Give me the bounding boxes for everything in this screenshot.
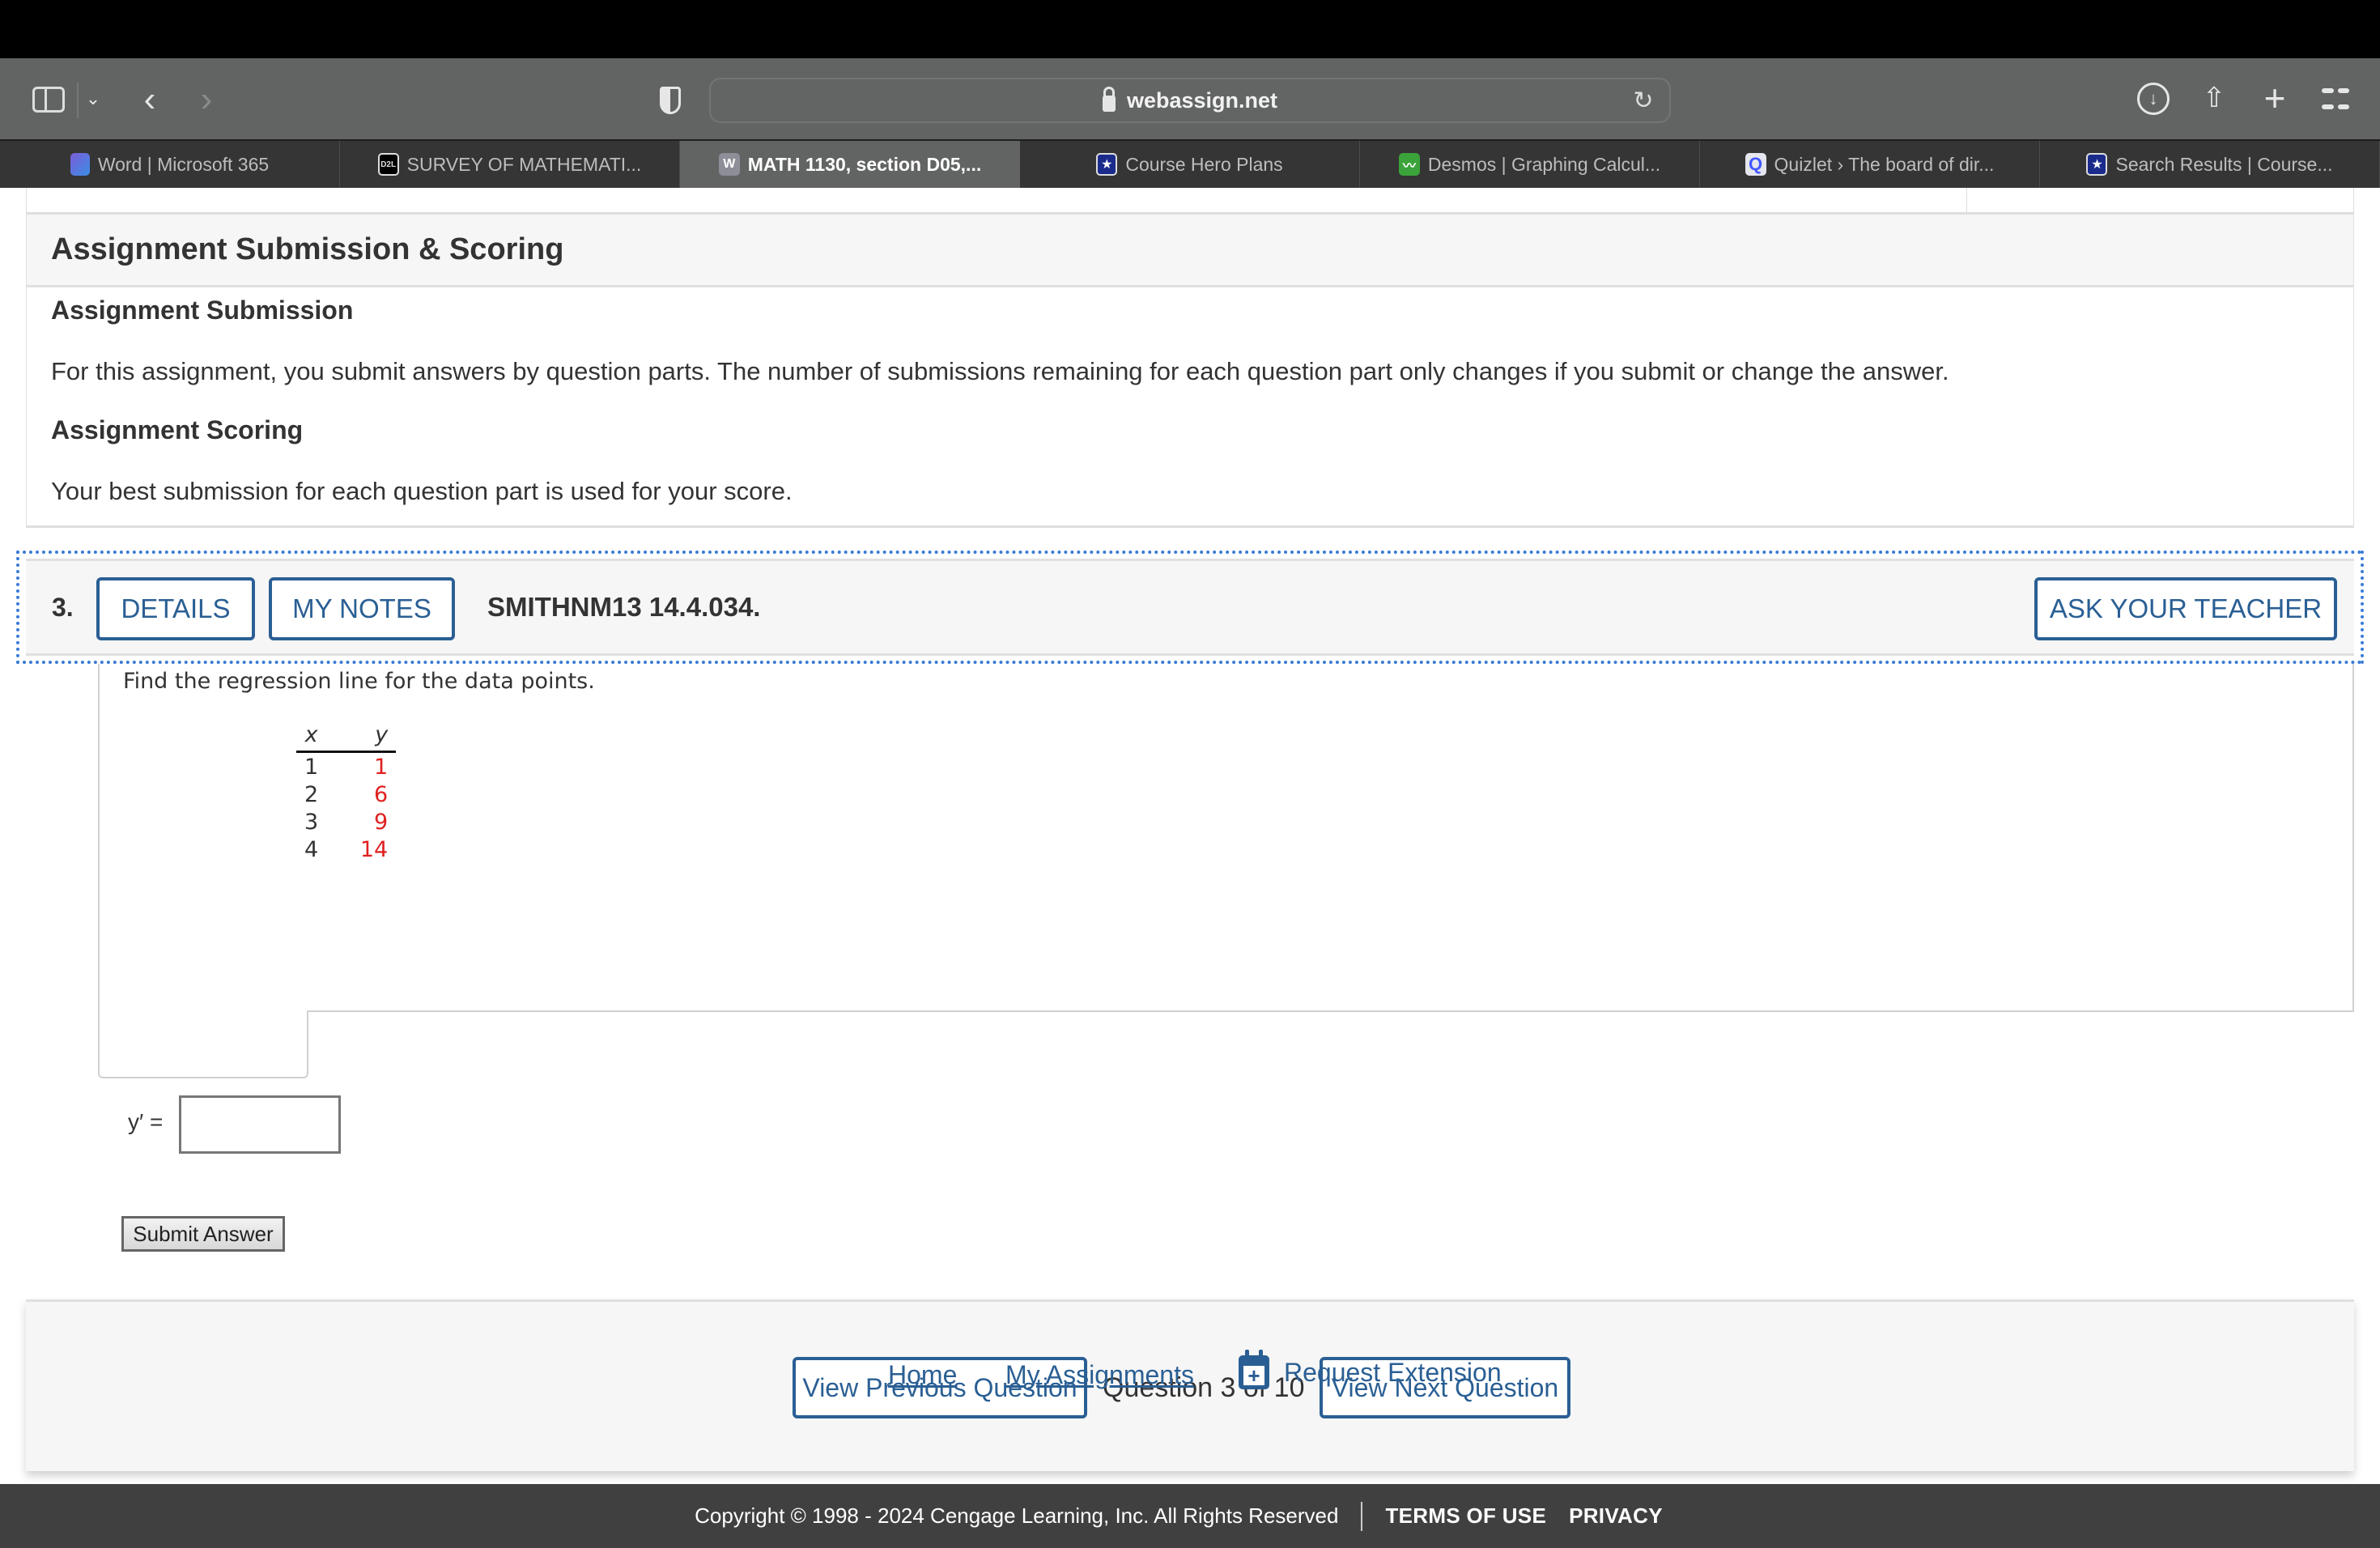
tab-bar: Word | Microsoft 365 D2L SURVEY OF MATHE… — [0, 139, 2380, 188]
y-value: 9 — [373, 810, 389, 835]
regression-answer-input[interactable] — [179, 1095, 341, 1154]
data-table: x y 1 1 2 6 3 9 4 14 — [296, 722, 397, 863]
browser-toolbar: ⌄ ‹ › webassign.net ↻ ↓ ⇧ + — [0, 58, 2380, 139]
request-extension-link[interactable]: + Request Extension — [1239, 1350, 1502, 1389]
table-row: 3 9 — [296, 808, 396, 836]
question-submit-area — [98, 1010, 308, 1078]
reload-icon[interactable]: ↻ — [1629, 86, 1658, 115]
lock-icon — [1102, 87, 1116, 112]
column-header-y: y — [326, 722, 397, 753]
d2l-icon: D2L — [377, 153, 399, 176]
previous-section-edge — [26, 188, 2354, 212]
column-header-x: x — [296, 722, 327, 753]
page-content: Assignment Submission & Scoring Assignme… — [0, 188, 2380, 1548]
back-icon[interactable]: ‹ — [134, 79, 166, 120]
tab-webassign[interactable]: W MATH 1130, section D05,... — [680, 141, 1020, 188]
share-icon[interactable]: ⇧ — [2199, 79, 2229, 117]
scoring-text: Your best submission for each question p… — [51, 477, 793, 505]
tab-label: Desmos | Graphing Calcul... — [1427, 153, 1661, 175]
my-assignments-link[interactable]: My Assignments — [1005, 1360, 1194, 1390]
tab-label: Course Hero Plans — [1125, 153, 1283, 175]
course-hero-icon: ★ — [1096, 153, 1118, 176]
page-footer: Copyright © 1998 - 2024 Cengage Learning… — [0, 1484, 2380, 1548]
submission-heading: Assignment Submission — [51, 296, 354, 325]
table-row: 2 6 — [296, 780, 396, 808]
copyright-text: Copyright © 1998 - 2024 Cengage Learning… — [695, 1503, 1339, 1528]
x-value: 2 — [304, 782, 319, 807]
answer-label: y′ = — [128, 1109, 164, 1134]
screen-top-bar — [0, 0, 2380, 58]
table-row: 1 1 — [296, 752, 396, 781]
submission-text: For this assignment, you submit answers … — [51, 357, 1949, 385]
y-value: 6 — [373, 782, 389, 807]
y-value: 14 — [359, 837, 389, 862]
assignment-info-panel: Assignment Submission & Scoring Assignme… — [26, 212, 2354, 528]
webassign-icon: W — [718, 153, 740, 176]
toolbar-divider — [77, 83, 79, 118]
tab-course-hero-plans[interactable]: ★ Course Hero Plans — [1020, 141, 1360, 188]
tab-overview-icon[interactable] — [2322, 85, 2349, 113]
tab-label: SURVEY OF MATHEMATI... — [406, 153, 642, 175]
calendar-plus-icon: + — [1239, 1350, 1269, 1389]
request-extension-label: Request Extension — [1284, 1357, 1502, 1387]
sidebar-toggle-icon[interactable] — [32, 87, 65, 113]
microsoft-365-icon — [70, 153, 90, 176]
tab-label: Search Results | Course... — [2115, 153, 2333, 175]
tab-label: Quizlet › The board of dir... — [1774, 153, 1995, 175]
chevron-down-icon[interactable]: ⌄ — [81, 83, 105, 115]
tab-quizlet[interactable]: Q Quizlet › The board of dir... — [1700, 141, 2040, 188]
tab-desmos[interactable]: 〰 Desmos | Graphing Calcul... — [1360, 141, 1700, 188]
tab-course-hero-search[interactable]: ★ Search Results | Course... — [2040, 141, 2380, 188]
assignment-info-title: Assignment Submission & Scoring — [27, 215, 2353, 287]
question-body — [98, 664, 2354, 1012]
home-link[interactable]: Home — [888, 1360, 957, 1390]
quizlet-icon: Q — [1745, 153, 1766, 176]
scoring-heading: Assignment Scoring — [51, 415, 304, 444]
x-value: 4 — [304, 837, 319, 862]
download-icon[interactable]: ↓ — [2137, 83, 2170, 115]
terms-of-use-link[interactable]: TERMS OF USE — [1385, 1503, 1546, 1529]
submit-answer-button[interactable]: Submit Answer — [121, 1216, 285, 1252]
question-prompt: Find the regression line for the data po… — [123, 669, 595, 694]
privacy-shield-icon[interactable] — [654, 84, 686, 117]
footer-links: Home My Assignments + Request Extension — [0, 1350, 2380, 1401]
url-display[interactable]: webassign.net — [711, 79, 1669, 121]
y-value: 1 — [373, 755, 389, 780]
focus-outline — [16, 551, 2364, 664]
course-hero-icon: ★ — [2086, 153, 2108, 176]
forward-icon[interactable]: › — [190, 79, 223, 120]
footer-divider — [1361, 1501, 1363, 1531]
x-value: 1 — [304, 755, 319, 780]
table-row: 4 14 — [296, 836, 396, 863]
new-tab-icon[interactable]: + — [2259, 77, 2291, 119]
tab-label: MATH 1130, section D05,... — [747, 153, 982, 175]
tab-label: Word | Microsoft 365 — [97, 153, 270, 175]
desmos-icon: 〰 — [1398, 153, 1420, 176]
address-bar[interactable]: webassign.net ↻ — [709, 78, 1671, 123]
tab-word[interactable]: Word | Microsoft 365 — [0, 141, 340, 188]
privacy-link[interactable]: PRIVACY — [1569, 1503, 1663, 1529]
tab-d2l[interactable]: D2L SURVEY OF MATHEMATI... — [340, 141, 680, 188]
x-value: 3 — [304, 810, 319, 835]
url-text: webassign.net — [1126, 87, 1278, 113]
